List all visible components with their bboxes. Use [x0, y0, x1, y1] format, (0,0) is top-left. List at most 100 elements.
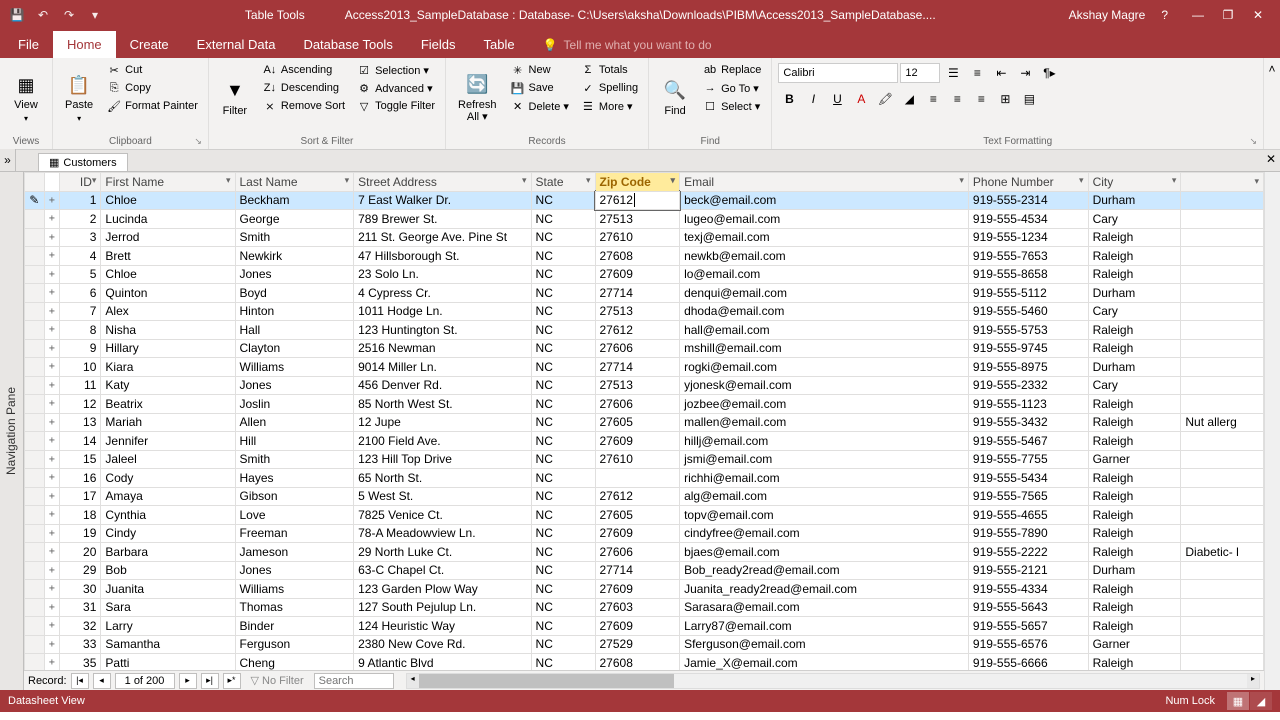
- cell[interactable]: Cody: [101, 469, 235, 488]
- column-header[interactable]: State▾: [531, 173, 595, 192]
- cell[interactable]: Raleigh: [1088, 580, 1181, 599]
- table-row[interactable]: +7AlexHinton1011 Hodge Ln.NC27513dhoda@e…: [25, 302, 1264, 321]
- highlight-icon[interactable]: 🖍: [874, 88, 896, 110]
- cell[interactable]: Durham: [1088, 358, 1181, 377]
- remove-sort-button[interactable]: ⨯Remove Sort: [259, 98, 349, 114]
- cell[interactable]: Amaya: [101, 487, 235, 506]
- cell[interactable]: [1181, 376, 1264, 395]
- collapse-ribbon-icon[interactable]: ˄: [1264, 58, 1280, 149]
- cell[interactable]: dhoda@email.com: [680, 302, 969, 321]
- cell[interactable]: NC: [531, 487, 595, 506]
- cell[interactable]: 124 Heuristic Way: [354, 617, 531, 636]
- cell[interactable]: 123 Hill Top Drive: [354, 450, 531, 469]
- cell[interactable]: 33: [60, 635, 101, 654]
- select-button[interactable]: ☐Select ▾: [699, 98, 765, 114]
- qat-customize-icon[interactable]: ▾: [86, 6, 104, 24]
- table-row[interactable]: +5ChloeJones23 Solo Ln.NC27609lo@email.c…: [25, 265, 1264, 284]
- cell[interactable]: Cary: [1088, 302, 1181, 321]
- expand-row-icon[interactable]: +: [44, 580, 60, 599]
- close-icon[interactable]: ✕: [1244, 5, 1272, 25]
- cell[interactable]: George: [235, 210, 354, 229]
- row-selector[interactable]: [25, 210, 45, 229]
- cell[interactable]: newkb@email.com: [680, 247, 969, 266]
- toggle-filter-button[interactable]: ▽Toggle Filter: [353, 98, 439, 114]
- cell[interactable]: 23 Solo Ln.: [354, 265, 531, 284]
- cell[interactable]: 3: [60, 228, 101, 247]
- cell[interactable]: 20: [60, 543, 101, 562]
- row-selector[interactable]: [25, 580, 45, 599]
- cell[interactable]: Raleigh: [1088, 543, 1181, 562]
- text-direction-icon[interactable]: ¶▸: [1038, 62, 1060, 84]
- expand-row-icon[interactable]: +: [44, 358, 60, 377]
- cell[interactable]: 123 Huntington St.: [354, 321, 531, 340]
- cell[interactable]: Nut allerg: [1181, 413, 1264, 432]
- font-size-select[interactable]: [900, 63, 940, 83]
- design-view-button[interactable]: ◢: [1250, 692, 1272, 710]
- cell[interactable]: 4: [60, 247, 101, 266]
- cell[interactable]: 27513: [595, 302, 680, 321]
- save-icon[interactable]: 💾: [8, 6, 26, 24]
- cell[interactable]: NC: [531, 543, 595, 562]
- cell[interactable]: Newkirk: [235, 247, 354, 266]
- cell[interactable]: 456 Denver Rd.: [354, 376, 531, 395]
- cell[interactable]: Hall: [235, 321, 354, 340]
- cell[interactable]: yjonesk@email.com: [680, 376, 969, 395]
- cell[interactable]: texj@email.com: [680, 228, 969, 247]
- cell[interactable]: beck@email.com: [680, 191, 969, 210]
- cell[interactable]: rogki@email.com: [680, 358, 969, 377]
- cell[interactable]: [1181, 358, 1264, 377]
- table-row[interactable]: +31SaraThomas127 South Pejulup Ln.NC2760…: [25, 598, 1264, 617]
- datasheet-view-button[interactable]: ▦: [1227, 692, 1249, 710]
- font-color-icon[interactable]: A: [850, 88, 872, 110]
- cell[interactable]: 11: [60, 376, 101, 395]
- cell[interactable]: 27605: [595, 506, 680, 525]
- cell[interactable]: [595, 469, 680, 488]
- cell[interactable]: [1181, 450, 1264, 469]
- table-row[interactable]: +20BarbaraJameson29 North Luke Ct.NC2760…: [25, 543, 1264, 562]
- navigation-pane-collapsed[interactable]: Navigation Pane: [0, 172, 24, 690]
- cell[interactable]: Smith: [235, 450, 354, 469]
- cell[interactable]: 7825 Venice Ct.: [354, 506, 531, 525]
- cell[interactable]: mshill@email.com: [680, 339, 969, 358]
- bullets-icon[interactable]: ☰: [942, 62, 964, 84]
- minimize-icon[interactable]: —: [1184, 5, 1212, 25]
- cell[interactable]: 919-555-1234: [968, 228, 1088, 247]
- table-row[interactable]: +30JuanitaWilliams123 Garden Plow WayNC2…: [25, 580, 1264, 599]
- column-dropdown-icon[interactable]: ▾: [522, 175, 527, 186]
- cell[interactable]: 12 Jupe: [354, 413, 531, 432]
- cell[interactable]: NC: [531, 450, 595, 469]
- table-row[interactable]: +32LarryBinder124 Heuristic WayNC27609La…: [25, 617, 1264, 636]
- cell[interactable]: Joslin: [235, 395, 354, 414]
- cell[interactable]: 27609: [595, 265, 680, 284]
- table-row[interactable]: +11KatyJones456 Denver Rd.NC27513yjonesk…: [25, 376, 1264, 395]
- cell[interactable]: 5: [60, 265, 101, 284]
- cell[interactable]: 32: [60, 617, 101, 636]
- table-row[interactable]: +10KiaraWilliams9014 Miller Ln.NC27714ro…: [25, 358, 1264, 377]
- cell[interactable]: 919-555-8658: [968, 265, 1088, 284]
- cell[interactable]: 27610: [595, 228, 680, 247]
- cell[interactable]: [1181, 617, 1264, 636]
- cell[interactable]: NC: [531, 635, 595, 654]
- table-row[interactable]: +33SamanthaFerguson2380 New Cove Rd.NC27…: [25, 635, 1264, 654]
- cell[interactable]: Williams: [235, 358, 354, 377]
- cell[interactable]: NC: [531, 376, 595, 395]
- expand-row-icon[interactable]: +: [44, 265, 60, 284]
- cell[interactable]: Hayes: [235, 469, 354, 488]
- row-selector[interactable]: [25, 265, 45, 284]
- bold-button[interactable]: B: [778, 88, 800, 110]
- help-icon[interactable]: ?: [1161, 8, 1168, 22]
- cell[interactable]: cindyfree@email.com: [680, 524, 969, 543]
- tab-create[interactable]: Create: [116, 31, 183, 58]
- table-row[interactable]: ✎+1ChloeBeckham7 East Walker Dr.NC27612b…: [25, 191, 1264, 210]
- cell[interactable]: 14: [60, 432, 101, 451]
- cell[interactable]: 919-555-4534: [968, 210, 1088, 229]
- row-selector[interactable]: [25, 413, 45, 432]
- cell[interactable]: [1181, 265, 1264, 284]
- cell[interactable]: Raleigh: [1088, 321, 1181, 340]
- cell[interactable]: 27609: [595, 617, 680, 636]
- cell[interactable]: Sarasara@email.com: [680, 598, 969, 617]
- cell[interactable]: Cynthia: [101, 506, 235, 525]
- expand-row-icon[interactable]: +: [44, 635, 60, 654]
- indent-right-icon[interactable]: ⇥: [1014, 62, 1036, 84]
- cell[interactable]: Kiara: [101, 358, 235, 377]
